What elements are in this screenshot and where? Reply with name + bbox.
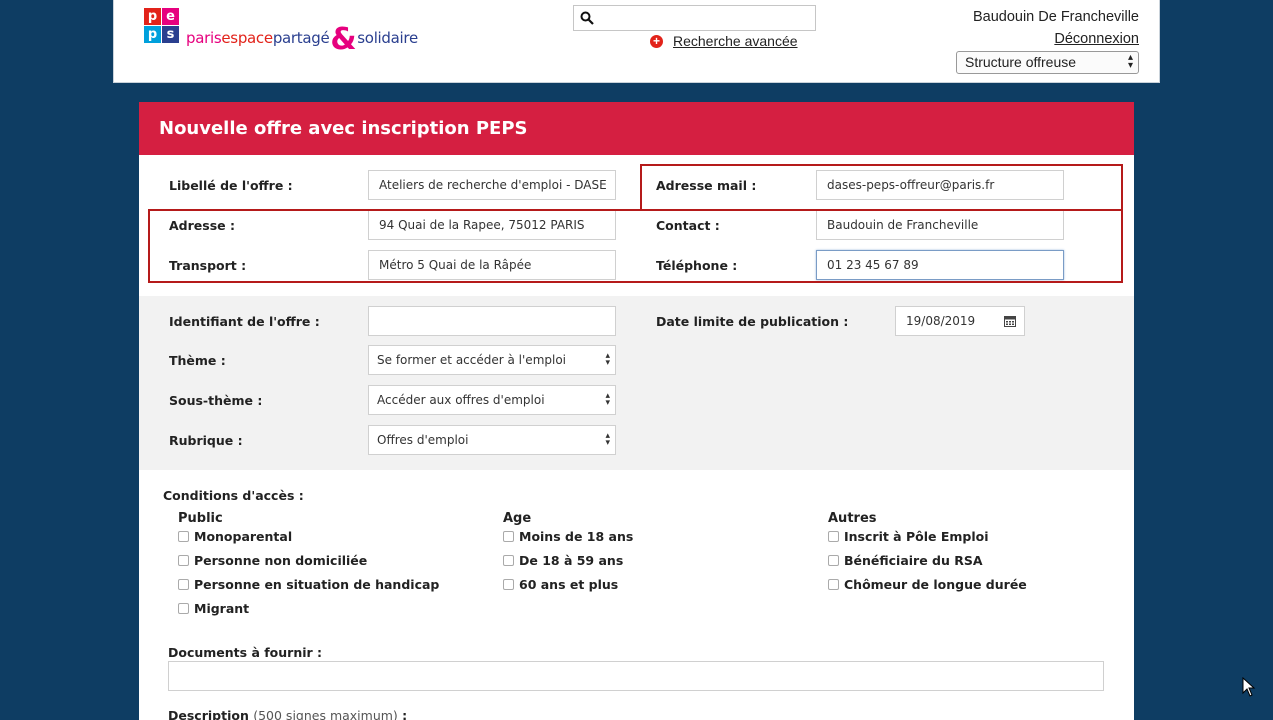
age-column-title: Age [503, 511, 532, 526]
checkbox-60-plus[interactable]: 60 ans et plus [503, 577, 618, 592]
checkbox-label: Personne non domiciliée [194, 553, 368, 568]
conditions-title: Conditions d'accès : [163, 488, 304, 503]
logo-square-p: p [144, 8, 161, 25]
checkbox[interactable] [503, 579, 514, 590]
checkbox-moins-18[interactable]: Moins de 18 ans [503, 529, 633, 544]
checkbox[interactable] [828, 579, 839, 590]
libelle-label: Libellé de l'offre : [169, 178, 293, 193]
date-limite-value: 19/08/2019 [906, 314, 976, 328]
checkbox-chomeur-longue-duree[interactable]: Chômeur de longue durée [828, 577, 1027, 592]
logo-text-solidaire: solidaire [357, 29, 418, 47]
site-header: p e p s parisespacepartagé&solidaire + Re… [113, 0, 1160, 83]
logout-link[interactable]: Déconnexion [1054, 31, 1139, 47]
documents-label: Documents à fournir : [168, 645, 323, 660]
description-label: Description (500 signes maximum) : [168, 708, 407, 720]
sous-theme-select[interactable]: Accéder aux offres d'emploi ▴ ▾ [368, 385, 616, 415]
checkbox-label: Migrant [194, 601, 250, 616]
checkbox[interactable] [503, 531, 514, 542]
checkbox-handicap[interactable]: Personne en situation de handicap [178, 577, 439, 592]
autres-column-title: Autres [828, 511, 877, 526]
logo-text: parisespacepartagé&solidaire [186, 16, 418, 57]
description-label-text: Description [168, 708, 249, 720]
checkbox-label: Inscrit à Pôle Emploi [844, 529, 989, 544]
checkbox-migrant[interactable]: Migrant [178, 601, 249, 616]
logo-square-p2: p [144, 26, 161, 43]
calendar-icon[interactable] [1004, 315, 1016, 327]
highlight-box-address-contact [148, 209, 1123, 283]
logo-squares: p e p s [144, 8, 180, 44]
checkbox-pole-emploi[interactable]: Inscrit à Pôle Emploi [828, 529, 989, 544]
date-limite-label: Date limite de publication : [656, 314, 849, 329]
select-arrows-icon: ▴ ▾ [605, 351, 610, 368]
role-select[interactable]: Structure offreuse ▴ ▾ [956, 51, 1139, 74]
highlight-box-email [640, 164, 1123, 211]
rubrique-label: Rubrique : [169, 433, 243, 448]
checkbox-monoparental[interactable]: Monoparental [178, 529, 292, 544]
advanced-search-link[interactable]: Recherche avancée [673, 33, 798, 49]
logo-ampersand: & [330, 22, 357, 57]
identifiant-input[interactable] [368, 306, 616, 336]
checkbox-non-domiciliee[interactable]: Personne non domiciliée [178, 553, 367, 568]
checkbox[interactable] [828, 531, 839, 542]
search-input[interactable] [600, 8, 810, 28]
documents-input[interactable] [168, 661, 1104, 691]
role-select-value: Structure offreuse [965, 54, 1077, 70]
logo-text-espace: espace [221, 29, 273, 47]
sous-theme-select-value: Accéder aux offres d'emploi [377, 393, 545, 407]
checkbox-rsa[interactable]: Bénéficiaire du RSA [828, 553, 983, 568]
advanced-search[interactable]: + Recherche avancée [650, 33, 798, 49]
logo-text-partage: partagé [272, 29, 330, 47]
theme-select[interactable]: Se former et accéder à l'emploi ▴ ▾ [368, 345, 616, 375]
plus-circle-icon: + [650, 35, 663, 48]
checkbox[interactable] [178, 531, 189, 542]
checkbox-18-59[interactable]: De 18 à 59 ans [503, 553, 623, 568]
checkbox[interactable] [828, 555, 839, 566]
logo-square-e: e [162, 8, 179, 25]
form-title: Nouvelle offre avec inscription PEPS [139, 102, 1134, 155]
rubrique-select[interactable]: Offres d'emploi ▴ ▾ [368, 425, 616, 455]
checkbox-label: Moins de 18 ans [519, 529, 634, 544]
logo-square-s: s [162, 26, 179, 43]
user-name: Baudouin De Francheville [972, 9, 1139, 25]
select-arrows-icon: ▴ ▾ [605, 391, 610, 408]
description-suffix: : [397, 708, 408, 720]
description-note: (500 signes maximum) [253, 708, 398, 720]
logo-text-paris: paris [186, 29, 222, 47]
date-limite-input[interactable]: 19/08/2019 [895, 306, 1025, 336]
identifiant-label: Identifiant de l'offre : [169, 314, 320, 329]
peps-logo[interactable]: p e p s parisespacepartagé&solidaire [144, 6, 444, 57]
select-arrows-icon: ▴ ▾ [605, 431, 610, 448]
libelle-input[interactable]: Ateliers de recherche d'emploi - DASE [368, 170, 616, 200]
search-icon [580, 11, 594, 25]
sous-theme-label: Sous-thème : [169, 393, 263, 408]
checkbox[interactable] [178, 603, 189, 614]
rubrique-select-value: Offres d'emploi [377, 433, 469, 447]
checkbox-label: 60 ans et plus [519, 577, 619, 592]
offer-form-panel: Nouvelle offre avec inscription PEPS Lib… [139, 102, 1134, 720]
checkbox[interactable] [178, 555, 189, 566]
theme-label: Thème : [169, 353, 226, 368]
mouse-cursor-icon [1242, 677, 1256, 697]
theme-select-value: Se former et accéder à l'emploi [377, 353, 567, 367]
checkbox-label: Monoparental [194, 529, 293, 544]
checkbox-label: De 18 à 59 ans [519, 553, 624, 568]
checkbox-label: Chômeur de longue durée [844, 577, 1027, 592]
checkbox-label: Personne en situation de handicap [194, 577, 440, 592]
public-column-title: Public [178, 511, 223, 526]
select-arrows-icon: ▴ ▾ [1127, 52, 1133, 71]
checkbox[interactable] [503, 555, 514, 566]
checkbox[interactable] [178, 579, 189, 590]
search-box[interactable] [573, 5, 816, 31]
checkbox-label: Bénéficiaire du RSA [844, 553, 983, 568]
